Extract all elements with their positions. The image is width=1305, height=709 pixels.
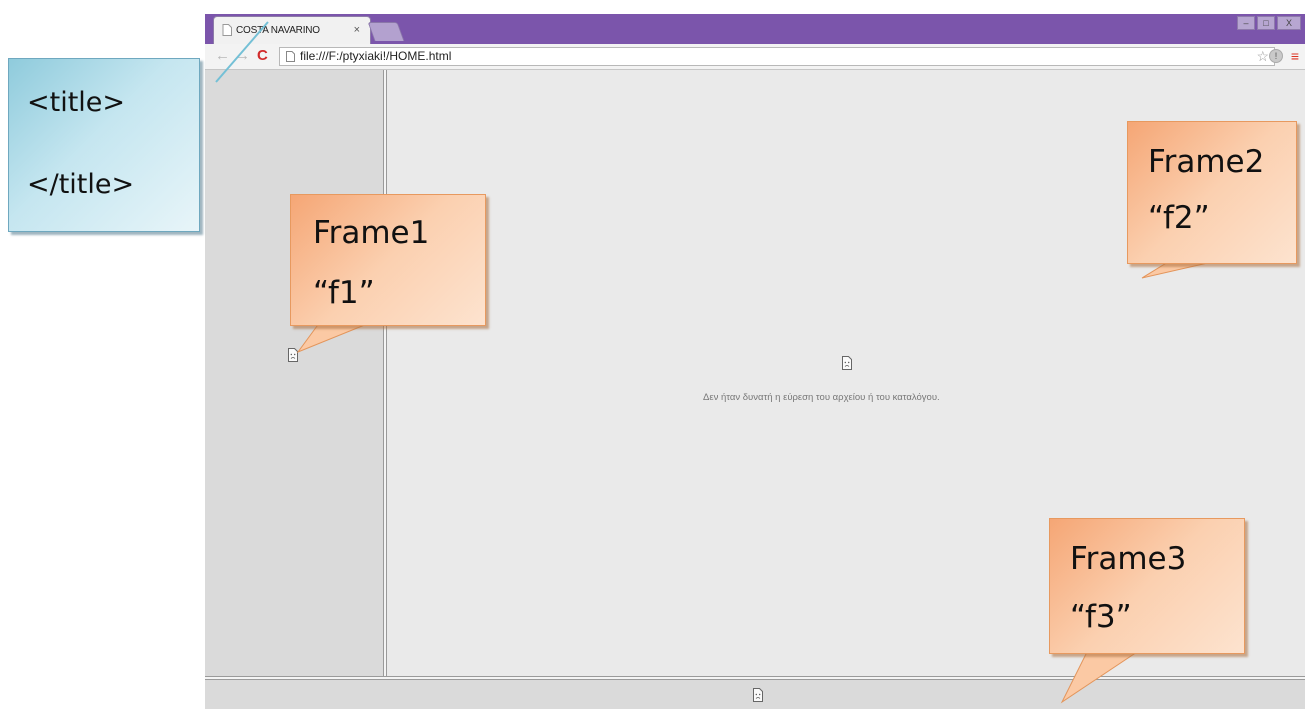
page-icon [222,24,232,36]
back-arrow-icon[interactable]: ← [215,48,230,64]
frame1-label: Frame1 [313,215,430,251]
address-bar[interactable]: file:///F:/ptyxiaki!/HOME.html ☆ [279,47,1275,66]
window-controls: – □ X [1237,16,1301,30]
frame2-callout: Frame2 “f2” [1127,121,1297,264]
forward-arrow-icon[interactable]: → [235,48,250,64]
url-text: file:///F:/ptyxiaki!/HOME.html [300,49,452,63]
new-tab-button[interactable] [367,22,405,41]
browser-tab[interactable]: COSTA NAVARINO × [213,16,371,44]
maximize-button[interactable]: □ [1257,16,1275,30]
broken-page-icon [842,356,852,370]
menu-icon[interactable]: ≡ [1291,49,1299,63]
title-close-tag: </title> [27,169,135,200]
tab-close-icon[interactable]: × [354,24,360,36]
browser-toolbar: ← → C file:///F:/ptyxiaki!/HOME.html ☆ !… [205,44,1305,70]
file-icon [286,51,295,62]
title-callout: <title> </title> [8,58,200,232]
bookmark-star-icon[interactable]: ☆ [1256,48,1269,65]
frame3-label: Frame3 [1070,541,1187,577]
title-open-tag: <title> [27,87,126,118]
frame1-name: “f1” [313,275,375,311]
frame2-label: Frame2 [1148,144,1265,180]
reload-icon[interactable]: C [257,48,268,64]
broken-page-icon [288,348,298,362]
minimize-button[interactable]: – [1237,16,1255,30]
frame2-name: “f2” [1148,200,1210,236]
frame1 [205,70,383,676]
title-bar: COSTA NAVARINO × – □ X [205,14,1305,44]
tab-title: COSTA NAVARINO [236,25,320,36]
error-message: Δεν ήταν δυνατή η εύρεση του αρχείου ή τ… [703,392,940,403]
frame3 [205,680,1305,709]
frame3-callout: Frame3 “f3” [1049,518,1245,654]
extension-icon[interactable]: ! [1269,49,1283,63]
broken-page-icon [753,688,763,702]
close-window-button[interactable]: X [1277,16,1301,30]
frame1-callout: Frame1 “f1” [290,194,486,326]
frame3-name: “f3” [1070,599,1132,635]
